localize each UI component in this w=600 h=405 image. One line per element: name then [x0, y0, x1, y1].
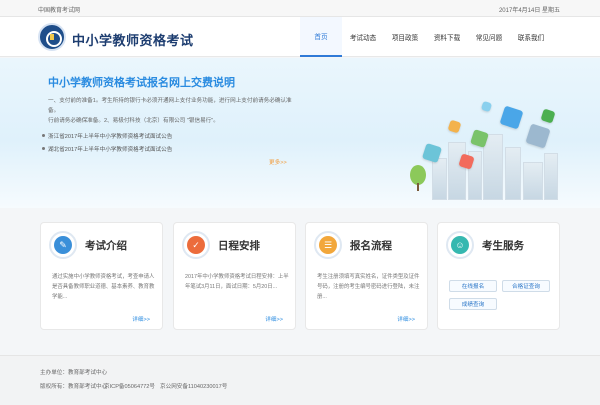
site-footer: 主办单位：教育部考试中心 版权所有：教育部考试中心 京ICP备05064772号…	[0, 355, 600, 405]
card-text: 通过实施中小学教师资格考试，考查申请人是否具备教师职业道德、基本素养、教育教学能…	[52, 274, 155, 300]
main-navigation: 首页 考试动态 项目政策 资料下载 常见问题 联系我们	[300, 17, 552, 57]
card-text: 2017年中小学教师资格考试日程安排：上半年笔试3月11日，面试日期：5月20日…	[185, 274, 289, 290]
floating-cube-icon	[499, 105, 524, 130]
card-candidate-services: ☺ 考生服务 在线报名 合格证查询 成绩查询	[437, 222, 560, 330]
id-card-icon: ☺	[446, 231, 474, 259]
hero-description-line-2: 行前请务必确保准备。2、易极付科技（北京）有限公司 "银信易行"。	[48, 118, 219, 124]
nav-contact[interactable]: 联系我们	[510, 17, 552, 57]
feature-cards: ✎ 考试介绍 通过实施中小学教师资格考试，考查申请人是否具备教师职业道德、基本素…	[40, 222, 560, 330]
score-query-button[interactable]: 成绩查询	[449, 298, 497, 310]
card-schedule[interactable]: ✓ 日程安排 2017年中小学教师资格考试日程安排：上半年笔试3月11日，面试日…	[173, 222, 296, 330]
hero-description: 一、支付前的准备1。考生所持的银行卡必须开通网上支付业务功能，进行网上支付前请务…	[48, 96, 298, 126]
document-icon: ✎	[49, 231, 77, 259]
card-exam-intro[interactable]: ✎ 考试介绍 通过实施中小学教师资格考试，考查申请人是否具备教师职业道德、基本素…	[40, 222, 163, 330]
floating-cube-icon	[480, 100, 493, 113]
nav-exam-news[interactable]: 考试动态	[342, 17, 384, 57]
site-logo-icon[interactable]	[38, 23, 66, 51]
certificate-query-button[interactable]: 合格证查询	[502, 280, 550, 292]
nav-policies[interactable]: 项目政策	[384, 17, 426, 57]
checkmark-icon: ✓	[182, 231, 210, 259]
footer-copyright: 版权所有：教育部考试中心	[40, 384, 108, 390]
hero-banner: 中小学教师资格考试报名网上交费说明 一、支付前的准备1。考生所持的银行卡必须开通…	[0, 58, 600, 208]
card-title: 日程安排	[218, 240, 260, 252]
notice-link-zhejiang[interactable]: 浙江省2017年上半年中小学教师资格考试面试公告	[41, 132, 172, 140]
footer-icp[interactable]: 京ICP备05064772号	[104, 382, 155, 390]
card-text: 考生注册须填写真实姓名，证件类型及证件号码，注册的考生编号密码进行登陆，未注册.…	[317, 274, 420, 300]
nav-faq[interactable]: 常见问题	[468, 17, 510, 57]
nav-home[interactable]: 首页	[300, 17, 342, 57]
hero-more-link[interactable]: 更多>>	[269, 158, 287, 166]
card-more-link[interactable]: 详细>>	[397, 315, 415, 323]
site-source-link[interactable]: 中国教育考试网	[38, 5, 80, 14]
registration-form-icon: ☰	[314, 231, 342, 259]
current-date: 2017年4月14日 星期五	[498, 8, 560, 14]
footer-beian[interactable]: 京公网安备11040230017号	[160, 382, 227, 390]
hero-title[interactable]: 中小学教师资格考试报名网上交费说明	[48, 74, 235, 90]
nav-downloads[interactable]: 资料下载	[426, 17, 468, 57]
floating-cube-icon	[540, 108, 556, 124]
notice-link-hubei[interactable]: 湖北省2017年上半年中小学教师资格考试面试公告	[41, 145, 172, 153]
card-title: 报名流程	[350, 240, 392, 252]
card-more-link[interactable]: 详细>>	[132, 315, 150, 323]
card-title: 考生服务	[482, 240, 524, 252]
card-registration-process[interactable]: ☰ 报名流程 考生注册须填写真实姓名，证件类型及证件号码，注册的考生编号密码进行…	[305, 222, 428, 330]
footer-sponsor: 主办单位：教育部考试中心	[40, 370, 108, 376]
card-more-link[interactable]: 详细>>	[265, 315, 283, 323]
online-registration-button[interactable]: 在线报名	[449, 280, 497, 292]
top-info-bar: 中国教育考试网 2017年4月14日 星期五	[0, 0, 600, 17]
site-header: 中小学教师资格考试 首页 考试动态 项目政策 资料下载 常见问题 联系我们	[0, 17, 600, 57]
card-title: 考试介绍	[85, 240, 127, 252]
hero-description-line-1: 一、支付前的准备1。考生所持的银行卡必须开通网上支付业务功能，进行网上支付前请务…	[48, 98, 292, 114]
site-title[interactable]: 中小学教师资格考试	[72, 30, 194, 49]
